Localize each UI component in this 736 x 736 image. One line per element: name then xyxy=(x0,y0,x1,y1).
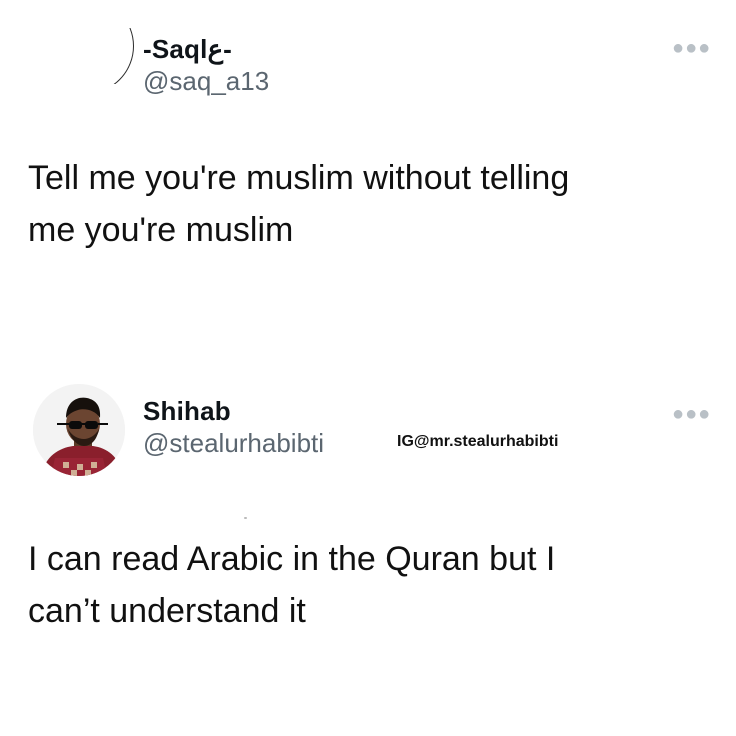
display-name[interactable]: -Saqlع- xyxy=(143,34,232,65)
display-name[interactable]: Shihab xyxy=(143,396,231,427)
instagram-watermark: IG@mr.stealurhabibti xyxy=(397,433,559,450)
more-options-icon[interactable]: ●●● xyxy=(672,38,711,58)
image-speck xyxy=(244,517,247,519)
tweet-card-2[interactable]: Shihab @stealurhabibti IG@mr.stealurhabi… xyxy=(0,370,736,736)
user-handle[interactable]: @stealurhabibti xyxy=(143,428,324,459)
user-handle[interactable]: @saq_a13 xyxy=(143,66,269,97)
profile-photo-icon xyxy=(33,384,125,476)
more-options-icon[interactable]: ●●● xyxy=(672,404,711,424)
avatar[interactable] xyxy=(78,28,134,84)
tweet-text: Tell me you're muslim without telling me… xyxy=(28,159,570,249)
tweet-card-1[interactable]: -Saqlع- @saq_a13 ●●● Tell me you're musl… xyxy=(0,0,736,300)
avatar[interactable] xyxy=(33,384,125,476)
tweet-text: I can read Arabic in the Quran but I can… xyxy=(28,540,556,630)
avatar-edge xyxy=(78,28,134,84)
